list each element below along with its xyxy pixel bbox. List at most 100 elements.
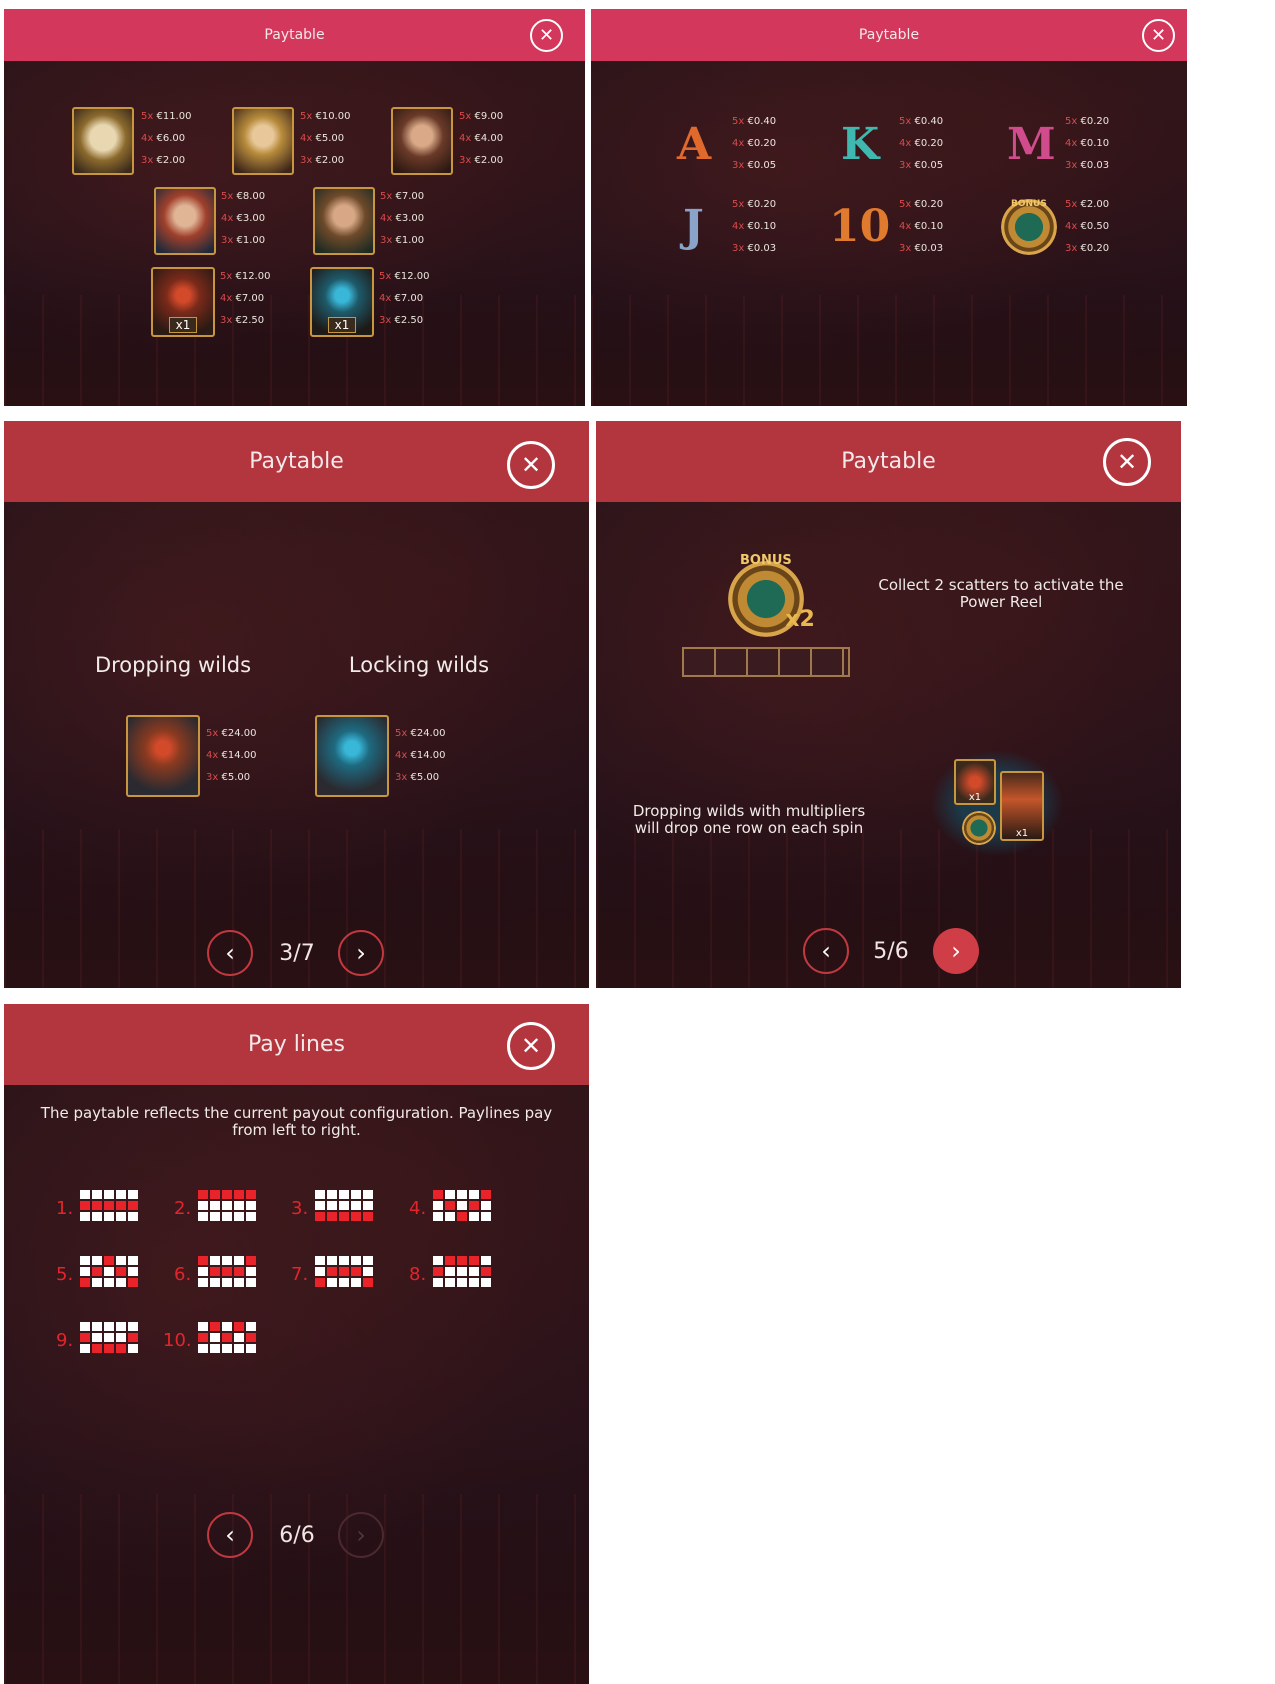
payline-cell — [445, 1256, 455, 1265]
payline-cell — [92, 1201, 102, 1210]
payline-number: 4. — [409, 1198, 427, 1219]
payline-cell — [80, 1212, 90, 1221]
payline-cell — [339, 1278, 349, 1287]
scatter-description: Collect 2 scatters to activate the Power… — [878, 576, 1124, 611]
payline-cell — [80, 1322, 90, 1331]
next-page-button[interactable]: › — [338, 930, 384, 976]
payline-cell — [222, 1278, 232, 1287]
payline-cell — [210, 1201, 220, 1210]
chevron-left-icon: ‹ — [225, 939, 235, 967]
payline-cell — [210, 1190, 220, 1199]
payline-cell — [116, 1278, 126, 1287]
payline-number: 3. — [291, 1198, 309, 1219]
payline-cell — [469, 1256, 479, 1265]
payline-cell — [92, 1333, 102, 1342]
payline-cell — [457, 1278, 467, 1287]
payline-cell — [339, 1201, 349, 1210]
payline-cell — [363, 1201, 373, 1210]
payout-list: 5x €24.00 4x €14.00 3x €5.00 — [395, 728, 446, 783]
mini-bonus-icon — [962, 811, 996, 845]
payline-cell — [433, 1256, 443, 1265]
panel-header: Paytable ✕ — [4, 421, 589, 502]
payline-cell — [210, 1278, 220, 1287]
chevron-right-icon: › — [356, 1521, 366, 1549]
payout-list: 5x €0.40 4x €0.20 3x €0.05 — [899, 116, 944, 171]
payline-cell — [445, 1267, 455, 1276]
symbol-dwarf-viking — [72, 107, 134, 175]
payline-cell — [80, 1201, 90, 1210]
symbol-red-wild: x1 — [151, 267, 215, 337]
dropping-wild-illustration: x1 x1 — [932, 751, 1062, 855]
prev-page-button[interactable]: ‹ — [207, 1512, 253, 1558]
payout-list: 5x €11.00 4x €6.00 3x €2.00 — [141, 111, 192, 166]
paytable-panel-2: Paytable ✕ A 5x €0.40 4x €0.20 3x €0.05 … — [591, 9, 1187, 406]
payline-cell — [234, 1212, 244, 1221]
symbol-blue-wild: x1 — [310, 267, 374, 337]
payline-cell — [198, 1322, 208, 1331]
close-icon: ✕ — [520, 1032, 542, 1060]
payout-list: 5x €10.00 4x €5.00 3x €2.00 — [300, 111, 351, 166]
payline-diagram — [198, 1256, 256, 1287]
symbol-dark-valkyrie — [391, 107, 453, 175]
symbol-blonde-valkyrie — [232, 107, 294, 175]
payline-cell — [234, 1190, 244, 1199]
payline-cell — [92, 1212, 102, 1221]
payline-cell — [351, 1278, 361, 1287]
close-button[interactable]: ✕ — [1103, 438, 1151, 486]
payline-cell — [469, 1201, 479, 1210]
payline-cell — [210, 1267, 220, 1276]
close-button[interactable]: ✕ — [507, 441, 555, 489]
prev-page-button[interactable]: ‹ — [207, 930, 253, 976]
payline-cell — [116, 1190, 126, 1199]
payline-cell — [327, 1190, 337, 1199]
bonus-label: BONUS — [740, 553, 792, 568]
payline-cell — [210, 1212, 220, 1221]
prev-page-button[interactable]: ‹ — [803, 928, 849, 974]
payline-number: 6. — [174, 1264, 192, 1285]
payout-list: 5x €8.00 4x €3.00 3x €1.00 — [221, 191, 266, 246]
close-button[interactable]: ✕ — [530, 19, 563, 52]
payline-cell — [363, 1256, 373, 1265]
payline-cell — [234, 1278, 244, 1287]
next-page-button[interactable]: › — [338, 1512, 384, 1558]
payline-number: 9. — [56, 1330, 74, 1351]
payline-cell — [104, 1201, 114, 1210]
payline-cell — [128, 1190, 138, 1199]
page-indicator: 3/7 — [279, 941, 315, 966]
next-page-button[interactable]: › — [933, 928, 979, 974]
payline-diagram — [80, 1322, 138, 1353]
payline-cell — [198, 1256, 208, 1265]
payline-cell — [128, 1256, 138, 1265]
payout-list: 5x €0.20 4x €0.10 3x €0.03 — [1065, 116, 1110, 171]
payline-cell — [457, 1190, 467, 1199]
close-button[interactable]: ✕ — [507, 1022, 555, 1070]
payout-list: 5x €0.20 4x €0.10 3x €0.03 — [899, 199, 944, 254]
payline-cell — [315, 1212, 325, 1221]
payline-diagram — [198, 1190, 256, 1221]
payline-cell — [481, 1256, 491, 1265]
payout-list: 5x €12.00 4x €7.00 3x €2.50 — [379, 271, 430, 326]
payline-cell — [128, 1201, 138, 1210]
payline-cell — [222, 1212, 232, 1221]
payline-diagram — [315, 1256, 373, 1287]
chevron-left-icon: ‹ — [821, 937, 831, 965]
payline-cell — [92, 1190, 102, 1199]
payline-cell — [315, 1190, 325, 1199]
payline-cell — [116, 1344, 126, 1353]
payline-cell — [246, 1212, 256, 1221]
paytable-panel-3: Paytable ✕ Dropping wilds Locking wilds … — [4, 421, 589, 988]
payline-cell — [210, 1256, 220, 1265]
panel-header: Pay lines ✕ — [4, 1004, 589, 1085]
payline-cell — [351, 1201, 361, 1210]
payout-list: 5x €2.00 4x €0.50 3x €0.20 — [1065, 199, 1110, 254]
payline-cell — [104, 1344, 114, 1353]
payline-cell — [198, 1344, 208, 1353]
payline-cell — [104, 1190, 114, 1199]
payline-cell — [246, 1322, 256, 1331]
payline-cell — [210, 1333, 220, 1342]
page-indicator: 5/6 — [873, 939, 909, 964]
page-indicator: 6/6 — [279, 1523, 315, 1548]
paytable-panel-4: Paytable ✕ BONUS x2 Collect 2 scatters t… — [596, 421, 1181, 988]
panel-title: Paytable — [841, 449, 936, 474]
close-button[interactable]: ✕ — [1142, 19, 1175, 52]
